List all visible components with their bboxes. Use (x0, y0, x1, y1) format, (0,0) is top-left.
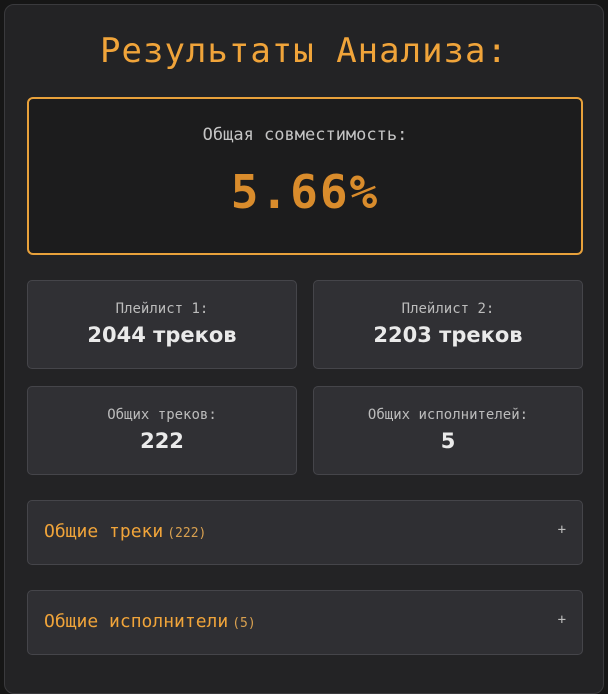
accordion-title-text: Общие треки (44, 521, 164, 542)
accordion-title: Общие треки (222) (44, 521, 206, 542)
stat-card-playlist-2: Плейлист 2: 2203 треков (313, 280, 583, 369)
stat-label: Плейлист 2: (401, 301, 495, 317)
accordion-count: (222) (167, 526, 207, 541)
stat-card-common-artists: Общих исполнителей: 5 (313, 386, 583, 475)
results-panel: Результаты Анализа: Общая совместимость:… (4, 4, 604, 694)
compatibility-value: 5.66% (230, 165, 380, 219)
compatibility-card: Общая совместимость: 5.66% (27, 97, 583, 255)
stat-value: 5 (440, 429, 456, 453)
common-artists-accordion[interactable]: Общие исполнители (5) + (27, 590, 583, 655)
stat-label: Плейлист 1: (115, 301, 209, 317)
stat-value: 2203 треков (373, 323, 523, 347)
accordion-title: Общие исполнители (5) (44, 611, 256, 632)
stat-card-playlist-1: Плейлист 1: 2044 треков (27, 280, 297, 369)
accordion-title-text: Общие исполнители (44, 611, 229, 632)
page-title: Результаты Анализа: (100, 31, 508, 71)
expand-icon[interactable]: + (558, 612, 566, 628)
stat-label: Общих треков: (107, 407, 217, 423)
compatibility-label: Общая совместимость: (202, 125, 408, 145)
stat-card-common-tracks: Общих треков: 222 (27, 386, 297, 475)
stat-value: 222 (140, 429, 184, 453)
stat-value: 2044 треков (87, 323, 237, 347)
stat-label: Общих исполнителей: (367, 407, 529, 423)
expand-icon[interactable]: + (558, 522, 566, 538)
accordion-count: (5) (232, 616, 256, 631)
common-tracks-accordion[interactable]: Общие треки (222) + (27, 500, 583, 565)
